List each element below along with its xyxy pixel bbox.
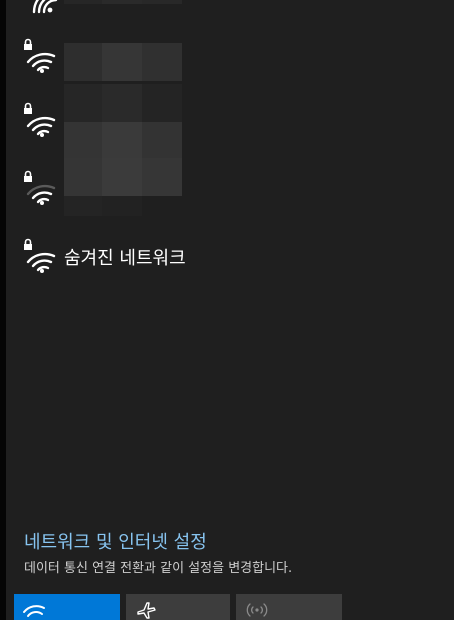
mobile-hotspot-button[interactable] [236, 594, 342, 620]
redacted-network-name [64, 0, 188, 4]
network-item-4[interactable] [6, 158, 454, 220]
network-item-2[interactable] [6, 36, 454, 82]
network-settings-link[interactable]: 네트워크 및 인터넷 설정 [24, 530, 207, 556]
mobile-hotspot-icon [246, 603, 268, 617]
wifi-lock-icon [32, 0, 58, 14]
flyout-left-edge [0, 0, 6, 620]
wifi-toggle-button[interactable] [14, 594, 120, 620]
redacted-network-name [64, 122, 188, 160]
wifi-icon [23, 605, 45, 617]
redacted-network-name [64, 84, 188, 122]
network-item-3[interactable] [6, 84, 454, 160]
redacted-network-name [64, 158, 188, 196]
wifi-lock-icon [24, 102, 56, 137]
wifi-lock-icon [24, 238, 56, 273]
wifi-lock-icon [24, 170, 56, 205]
network-item-1[interactable] [6, 0, 454, 26]
hidden-network-label: 숨겨진 네트워크 [64, 248, 186, 269]
redacted-network-name [64, 196, 188, 216]
airplane-icon [137, 602, 156, 619]
redacted-network-name [64, 43, 188, 81]
network-settings-description: 데이터 통신 연결 전환과 같이 설정을 변경합니다. [24, 561, 293, 576]
wifi-lock-icon [24, 38, 56, 73]
airplane-mode-button[interactable] [126, 594, 230, 620]
network-flyout: 숨겨진 네트워크 네트워크 및 인터넷 설정 데이터 통신 연결 전환과 같이 … [0, 0, 454, 620]
